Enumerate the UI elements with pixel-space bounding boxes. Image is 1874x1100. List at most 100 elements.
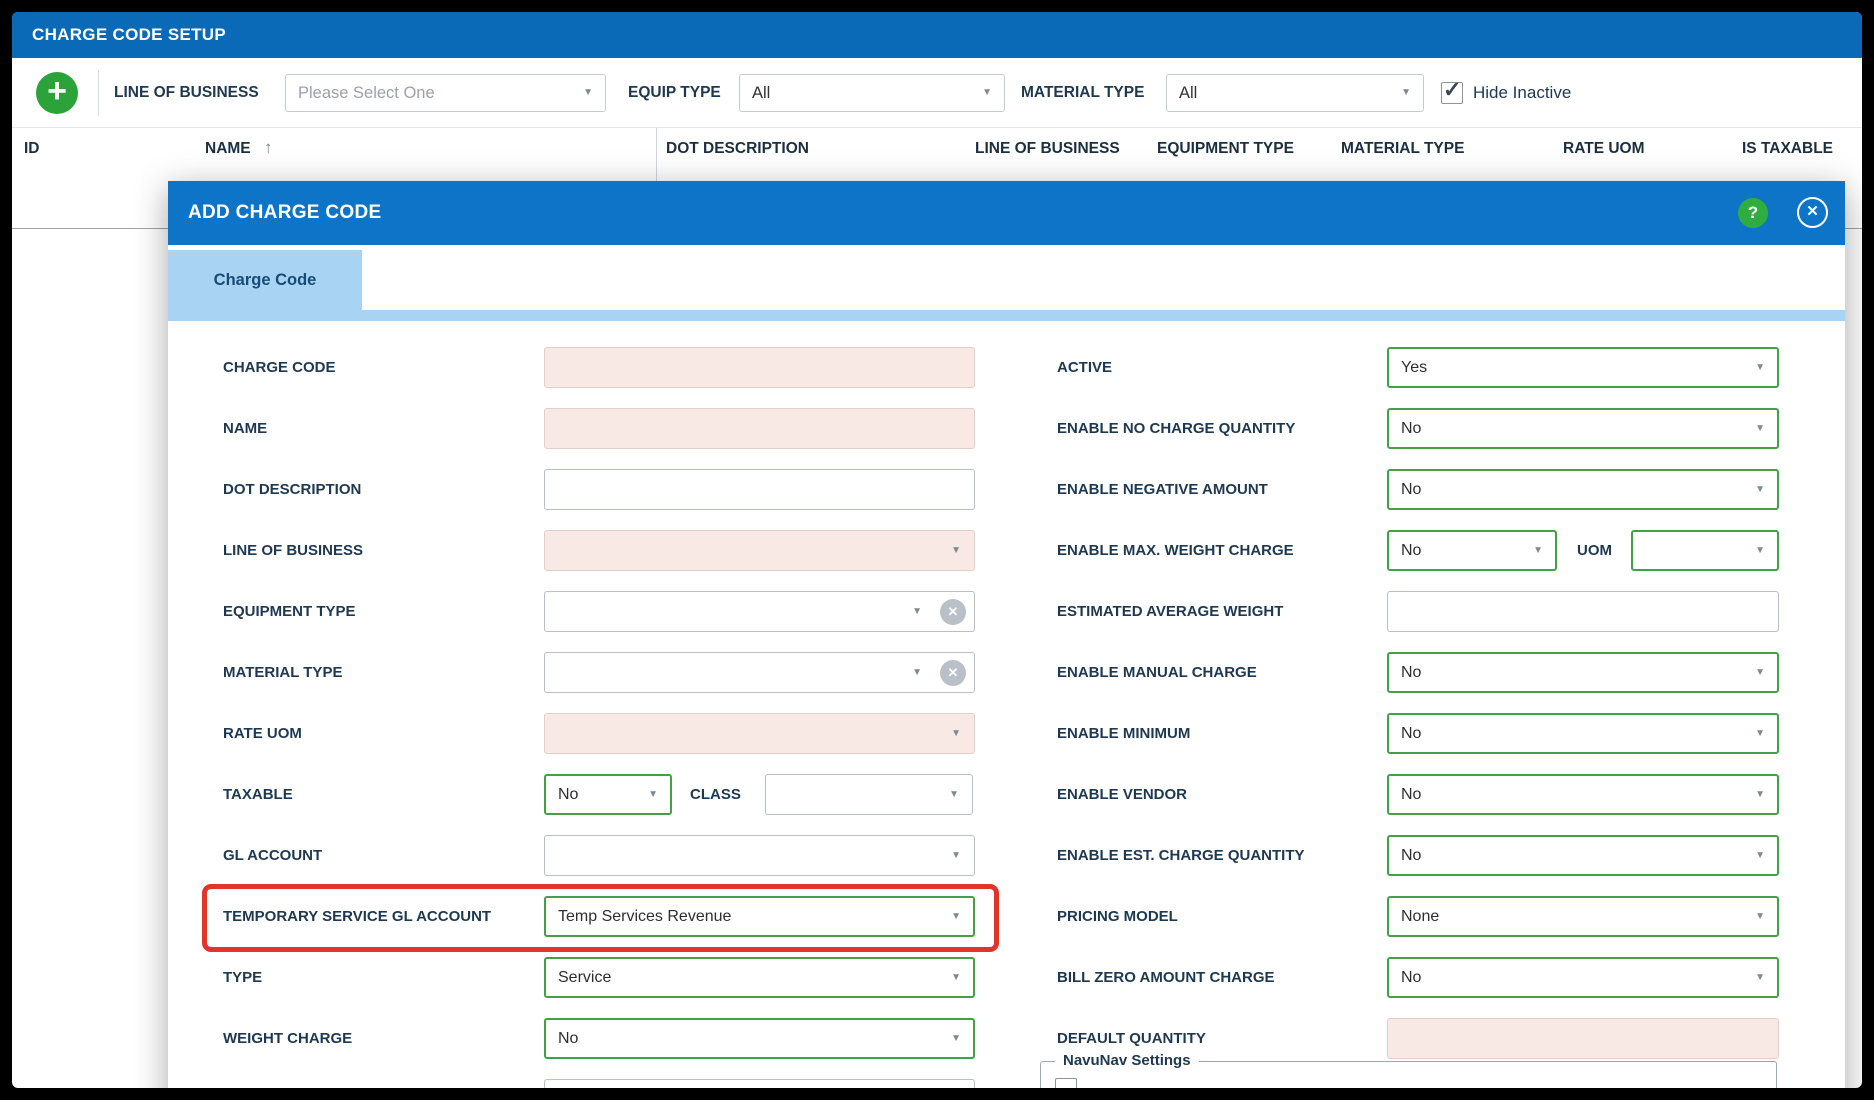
enable-manual-charge-dropdown[interactable]: No ▼ <box>1387 652 1779 693</box>
chevron-down-icon: ▼ <box>951 1033 961 1044</box>
uom-label: UOM <box>1577 542 1612 559</box>
material-type-filter-dropdown[interactable]: All ▼ <box>1166 74 1424 112</box>
chevron-down-icon: ▼ <box>648 789 658 800</box>
weight-charge-dropdown[interactable]: No ▼ <box>544 1018 975 1059</box>
charge-code-input[interactable] <box>544 347 975 388</box>
chevron-down-icon: ▼ <box>951 972 961 983</box>
enable-minimum-label: ENABLE MINIMUM <box>1057 725 1191 742</box>
enable-est-charge-quantity-dropdown[interactable]: No ▼ <box>1387 835 1779 876</box>
pricing-model-value: None <box>1401 908 1440 925</box>
plus-icon: + <box>47 72 67 110</box>
chevron-down-icon: ▼ <box>1755 728 1765 739</box>
chevron-down-icon: ▼ <box>1755 911 1765 922</box>
enable-est-charge-quantity-value: No <box>1401 847 1422 864</box>
column-header-name[interactable]: NAME <box>205 140 251 158</box>
enable-vendor-label: ENABLE VENDOR <box>1057 786 1188 803</box>
enable-no-charge-quantity-dropdown[interactable]: No ▼ <box>1387 408 1779 449</box>
enable-vendor-dropdown[interactable]: No ▼ <box>1387 774 1779 815</box>
enable-negative-amount-value: No <box>1401 481 1422 498</box>
rate-uom-dropdown[interactable]: ▼ <box>544 713 975 754</box>
chevron-down-icon: ▼ <box>951 850 961 861</box>
line-of-business-filter-dropdown[interactable]: Please Select One ▼ <box>285 74 606 112</box>
bill-zero-amount-charge-value: No <box>1401 969 1422 986</box>
temporary-service-gl-account-value: Temp Services Revenue <box>558 908 732 925</box>
equip-type-filter-value: All <box>752 84 771 102</box>
name-input[interactable] <box>544 408 975 449</box>
close-icon: ✕ <box>1806 203 1819 220</box>
check-icon: ✓ <box>1443 77 1462 102</box>
navunav-checkbox[interactable] <box>1055 1078 1077 1088</box>
active-value: Yes <box>1401 359 1428 376</box>
material-type-dropdown[interactable]: ▼ ✕ <box>544 652 975 693</box>
chevron-down-icon: ▼ <box>912 606 922 617</box>
gl-account-label: GL ACCOUNT <box>223 847 323 864</box>
navunav-settings-group: NavuNav Settings <box>1040 1052 1777 1088</box>
line-of-business-label: LINE OF BUSINESS <box>223 542 364 559</box>
chevron-down-icon: ▼ <box>1755 972 1765 983</box>
type-dropdown[interactable]: Service ▼ <box>544 957 975 998</box>
column-header-rate-uom[interactable]: RATE UOM <box>1563 140 1645 158</box>
dot-description-input[interactable] <box>544 469 975 510</box>
toolbar: + LINE OF BUSINESS Please Select One ▼ E… <box>12 58 1862 128</box>
tab-charge-code[interactable]: Charge Code <box>168 250 362 310</box>
column-header-id[interactable]: ID <box>24 140 40 158</box>
enable-max-weight-charge-dropdown[interactable]: No ▼ <box>1387 530 1557 571</box>
page-title: CHARGE CODE SETUP <box>32 25 227 44</box>
gl-account-dropdown[interactable]: ▼ <box>544 835 975 876</box>
enable-max-weight-charge-value: No <box>1401 542 1422 559</box>
enable-minimum-value: No <box>1401 725 1422 742</box>
hide-inactive-label: Hide Inactive <box>1473 83 1572 102</box>
close-button[interactable]: ✕ <box>1797 197 1828 228</box>
help-button[interactable]: ? <box>1738 198 1768 228</box>
active-label: ACTIVE <box>1057 359 1113 376</box>
active-dropdown[interactable]: Yes ▼ <box>1387 347 1779 388</box>
estimated-average-weight-label: ESTIMATED AVERAGE WEIGHT <box>1057 603 1284 620</box>
add-charge-code-button[interactable]: + <box>36 72 78 114</box>
enable-minimum-dropdown[interactable]: No ▼ <box>1387 713 1779 754</box>
equip-type-filter-dropdown[interactable]: All ▼ <box>739 74 1005 112</box>
hide-inactive-checkbox[interactable]: ✓ <box>1441 77 1463 104</box>
charge-code-setup-page: CHARGE CODE SETUP + LINE OF BUSINESS Ple… <box>12 12 1862 1088</box>
clear-icon[interactable]: ✕ <box>940 660 966 686</box>
material-type-filter-label: MATERIAL TYPE <box>1021 84 1145 101</box>
chevron-down-icon: ▼ <box>1755 667 1765 678</box>
bill-zero-amount-charge-dropdown[interactable]: No ▼ <box>1387 957 1779 998</box>
app-window: CHARGE CODE SETUP + LINE OF BUSINESS Ple… <box>0 0 1874 1100</box>
temporary-service-gl-account-dropdown[interactable]: Temp Services Revenue ▼ <box>544 896 975 937</box>
chevron-down-icon: ▼ <box>982 87 992 98</box>
partial-field[interactable] <box>544 1079 975 1088</box>
line-of-business-dropdown[interactable]: ▼ <box>544 530 975 571</box>
taxable-dropdown[interactable]: No ▼ <box>544 774 672 815</box>
taxable-value: No <box>558 786 579 803</box>
uom-dropdown[interactable]: ▼ <box>1631 530 1779 571</box>
estimated-average-weight-input[interactable] <box>1387 591 1779 632</box>
chevron-down-icon: ▼ <box>1755 850 1765 861</box>
chevron-down-icon: ▼ <box>951 728 961 739</box>
chevron-down-icon: ▼ <box>912 667 922 678</box>
navunav-settings-legend: NavuNav Settings <box>1055 1052 1199 1069</box>
chevron-down-icon: ▼ <box>1755 789 1765 800</box>
column-header-equipment-type[interactable]: EQUIPMENT TYPE <box>1157 140 1294 158</box>
enable-vendor-value: No <box>1401 786 1422 803</box>
class-dropdown[interactable]: ▼ <box>765 774 973 815</box>
pricing-model-dropdown[interactable]: None ▼ <box>1387 896 1779 937</box>
equipment-type-dropdown[interactable]: ▼ ✕ <box>544 591 975 632</box>
chevron-down-icon: ▼ <box>1755 545 1765 556</box>
column-header-dot-description[interactable]: DOT DESCRIPTION <box>666 140 809 158</box>
charge-code-label: CHARGE CODE <box>223 359 336 376</box>
enable-max-weight-charge-label: ENABLE MAX. WEIGHT CHARGE <box>1057 542 1294 559</box>
material-type-label: MATERIAL TYPE <box>223 664 343 681</box>
column-header-is-taxable[interactable]: IS TAXABLE <box>1742 140 1833 158</box>
column-header-line-of-business[interactable]: LINE OF BUSINESS <box>975 140 1120 158</box>
temporary-service-gl-account-label: TEMPORARY SERVICE GL ACCOUNT <box>223 908 492 925</box>
column-header-material-type[interactable]: MATERIAL TYPE <box>1341 140 1464 158</box>
chevron-down-icon: ▼ <box>1401 87 1411 98</box>
chevron-down-icon: ▼ <box>949 789 959 800</box>
default-quantity-input[interactable] <box>1387 1018 1779 1059</box>
enable-negative-amount-dropdown[interactable]: No ▼ <box>1387 469 1779 510</box>
enable-manual-charge-value: No <box>1401 664 1422 681</box>
chevron-down-icon: ▼ <box>951 911 961 922</box>
clear-icon[interactable]: ✕ <box>940 599 966 625</box>
type-label: TYPE <box>223 969 263 986</box>
add-charge-code-modal: ADD CHARGE CODE ? ✕ Charge Code CHARGE C… <box>168 181 1845 1088</box>
